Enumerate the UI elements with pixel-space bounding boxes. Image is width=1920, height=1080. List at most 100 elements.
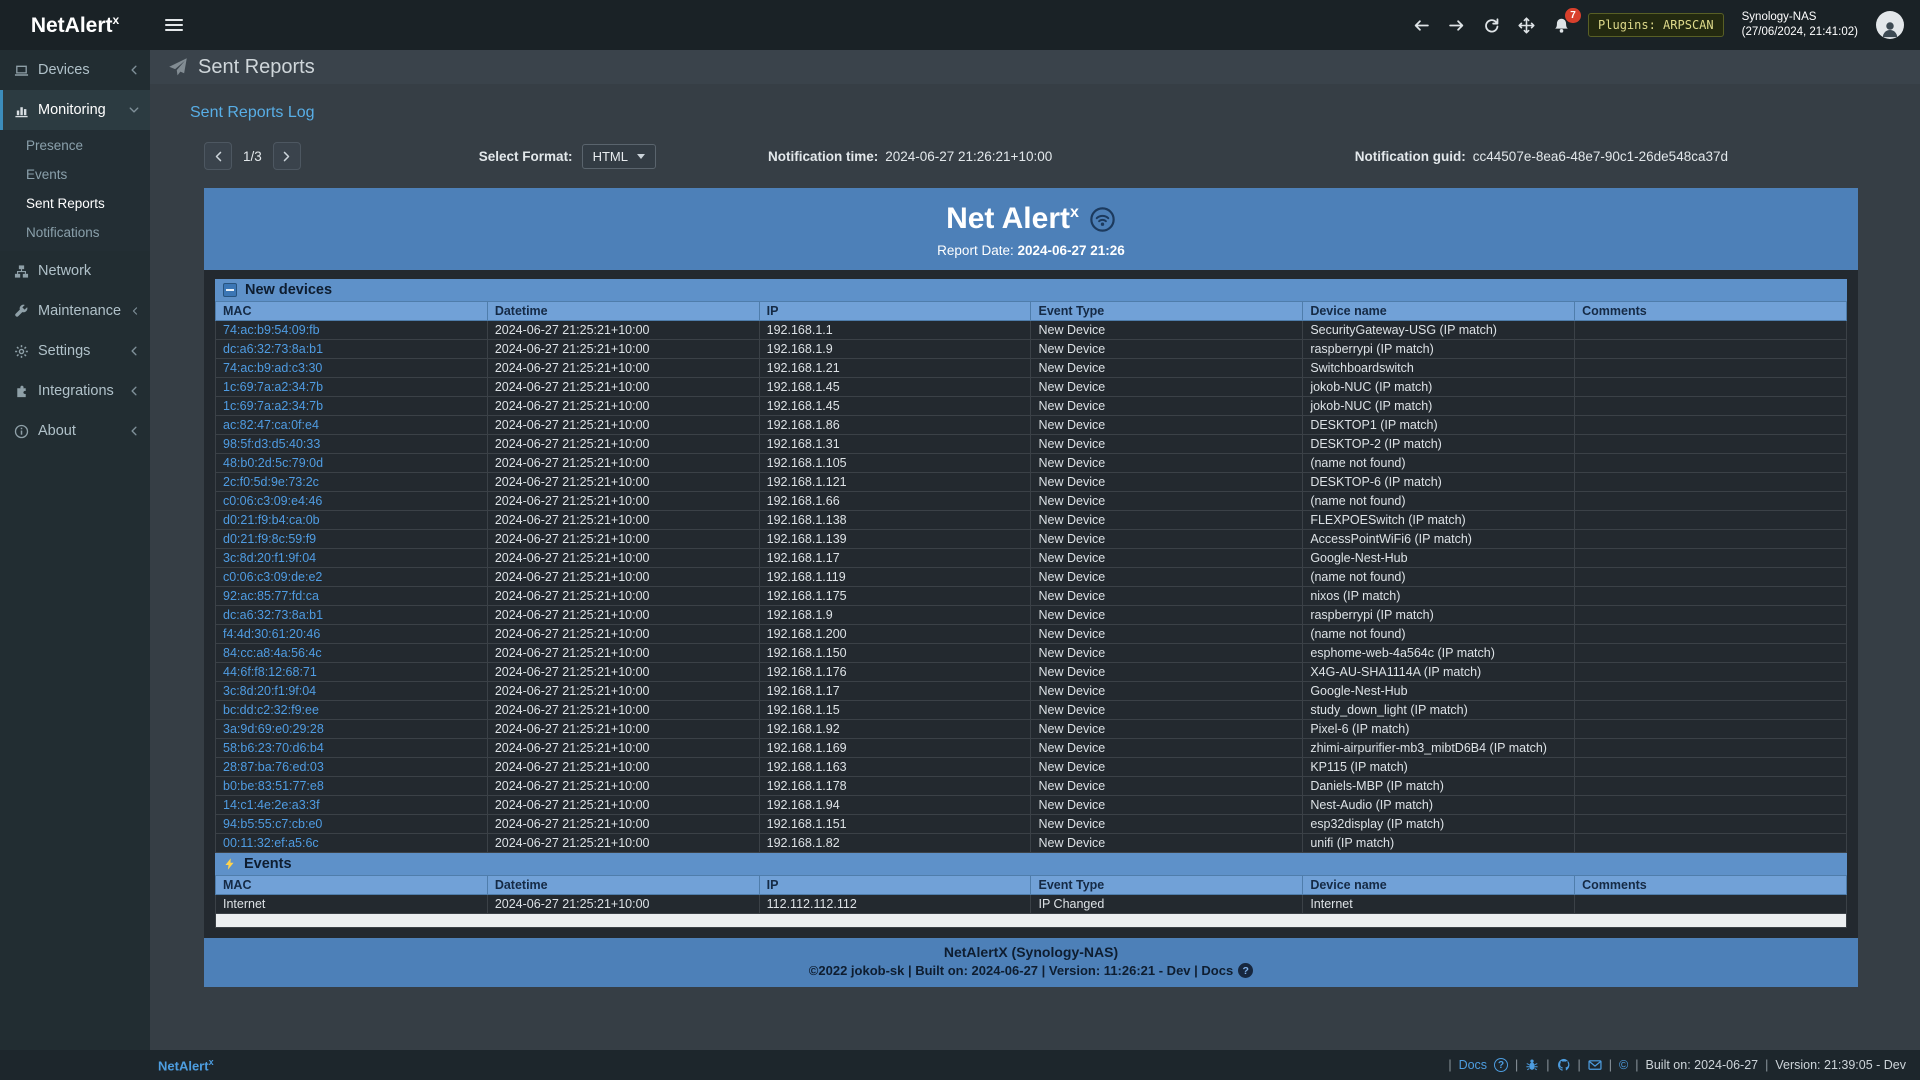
refresh-icon[interactable] [1483,17,1500,34]
sidebar-subitem-events[interactable]: Events [0,160,150,189]
sidebar-item-devices[interactable]: Devices [0,50,150,90]
mac-cell: dc:a6:32:73:8a:b1 [216,606,488,625]
mac-link[interactable]: c0:06:c3:09:e4:46 [223,494,322,508]
mac-link[interactable]: c0:06:c3:09:de:e2 [223,570,322,584]
move-icon[interactable] [1518,17,1535,34]
mac-link[interactable]: 48:b0:2d:5c:79:0d [223,456,323,470]
device-name-cell: (name not found) [1303,625,1575,644]
mac-link[interactable]: 2c:f0:5d:9e:73:2c [223,475,319,489]
mac-link[interactable]: 84:cc:a8:4a:56:4c [223,646,322,660]
comments-cell [1575,435,1847,454]
brand-logo[interactable]: NetAlertx [0,0,150,50]
col-datetime: Datetime [487,302,759,321]
help-icon[interactable]: ? [1494,1058,1508,1072]
ip-cell: 192.168.1.105 [759,454,1031,473]
next-page-button[interactable] [273,142,301,170]
section-title: Events [244,856,292,872]
sidebar-item-maintenance[interactable]: Maintenance [0,291,150,331]
datetime-cell: 2024-06-27 21:25:21+10:00 [487,397,759,416]
sent-reports-log-link[interactable]: Sent Reports Log [190,104,315,122]
email-icon[interactable] [1588,1058,1602,1072]
mac-link[interactable]: b0:be:83:51:77:e8 [223,779,324,793]
ip-cell: 192.168.1.163 [759,758,1031,777]
help-icon[interactable]: ? [1238,963,1253,978]
mac-link[interactable]: bc:dd:c2:32:f9:ee [223,703,319,717]
footer-brand-link[interactable]: NetAlertx [158,1057,214,1073]
github-icon[interactable] [1557,1058,1571,1072]
mac-link[interactable]: 74:ac:b9:54:09:fb [223,323,320,337]
forward-icon[interactable] [1448,17,1465,34]
table-header-row: MAC Datetime IP Event Type Device name C… [216,876,1847,895]
sidebar-item-integrations[interactable]: Integrations [0,371,150,411]
mac-link[interactable]: d0:21:f9:b4:ca:0b [223,513,320,527]
back-icon[interactable] [1413,17,1430,34]
mac-cell: 44:6f:f8:12:68:71 [216,663,488,682]
event-type-cell: New Device [1031,435,1303,454]
datetime-cell: 2024-06-27 21:25:21+10:00 [487,701,759,720]
mac-link[interactable]: 44:6f:f8:12:68:71 [223,665,317,679]
mac-link[interactable]: 28:87:ba:76:ed:03 [223,760,324,774]
mac-link[interactable]: f4:4d:30:61:20:46 [223,627,320,641]
col-mac: MAC [216,302,488,321]
footer-built: Built on: 2024-06-27 [1646,1058,1759,1072]
comments-cell [1575,549,1847,568]
docs-link[interactable]: Docs [1459,1058,1487,1072]
mac-link[interactable]: d0:21:f9:8c:59:f9 [223,532,316,546]
mac-link[interactable]: 00:11:32:ef:a5:6c [223,836,319,850]
mac-link[interactable]: 74:ac:b9:ad:c3:30 [223,361,322,375]
mac-link[interactable]: 94:b5:55:c7:cb:e0 [223,817,322,831]
device-name-cell: Google-Nest-Hub [1303,549,1575,568]
mac-link[interactable]: 58:b6:23:70:d6:b4 [223,741,324,755]
device-name-cell: (name not found) [1303,492,1575,511]
notifications-bell-icon[interactable]: 7 [1553,17,1570,34]
sidebar-item-monitoring[interactable]: Monitoring [0,90,150,130]
menu-toggle-icon[interactable] [150,0,198,50]
mac-link[interactable]: ac:82:47:ca:0f:e4 [223,418,319,432]
copyright-link[interactable]: © [1619,1058,1628,1072]
mac-link[interactable]: dc:a6:32:73:8a:b1 [223,342,323,356]
ip-cell: 192.168.1.119 [759,568,1031,587]
mac-link[interactable]: 3a:9d:69:e0:29:28 [223,722,324,736]
mac-link[interactable]: 1c:69:7a:a2:34:7b [223,380,323,394]
sidebar-item-label: Maintenance [38,303,121,319]
sidebar-item-network[interactable]: Network [0,251,150,291]
sidebar-item-about[interactable]: About [0,411,150,451]
comments-cell [1575,777,1847,796]
bug-icon[interactable] [1525,1058,1539,1072]
mac-link[interactable]: dc:a6:32:73:8a:b1 [223,608,323,622]
mac-link[interactable]: 92:ac:85:77:fd:ca [223,589,319,603]
prev-page-button[interactable] [204,142,232,170]
col-comments: Comments [1575,876,1847,895]
sidebar-subitem-notifications[interactable]: Notifications [0,218,150,247]
app-window: NetAlertx 7 Plugins: ARPSCAN Synology-NA… [0,0,1920,1080]
datetime-cell: 2024-06-27 21:25:21+10:00 [487,473,759,492]
sidebar-subitem-presence[interactable]: Presence [0,131,150,160]
comments-cell [1575,340,1847,359]
comments-cell [1575,682,1847,701]
main-content: Sent Reports Sent Reports Log 1/3 Select… [150,50,1920,1050]
mac-link[interactable]: 3c:8d:20:f1:9f:04 [223,684,316,698]
comments-cell [1575,644,1847,663]
mac-link[interactable]: 14:c1:4e:2e:a3:3f [223,798,320,812]
plugins-badge[interactable]: Plugins: ARPSCAN [1588,13,1724,37]
format-select[interactable]: HTML [582,144,656,169]
user-avatar[interactable] [1876,11,1904,39]
col-event-type: Event Type [1031,876,1303,895]
table-row: 1c:69:7a:a2:34:7b 2024-06-27 21:25:21+10… [216,378,1847,397]
device-name-cell: DESKTOP1 (IP match) [1303,416,1575,435]
sidebar-item-settings[interactable]: Settings [0,331,150,371]
sidebar-subitem-sent-reports[interactable]: Sent Reports [0,189,150,218]
table-row: 1c:69:7a:a2:34:7b 2024-06-27 21:25:21+10… [216,397,1847,416]
datetime-cell: 2024-06-27 21:25:21+10:00 [487,549,759,568]
mac-link[interactable]: 1c:69:7a:a2:34:7b [223,399,323,413]
mac-link[interactable]: 3c:8d:20:f1:9f:04 [223,551,316,565]
comments-cell [1575,701,1847,720]
table-row: 98:5f:d3:d5:40:33 2024-06-27 21:25:21+10… [216,435,1847,454]
page-indicator: 1/3 [243,149,262,164]
mac-link[interactable]: 98:5f:d3:d5:40:33 [223,437,320,451]
notification-count-badge[interactable]: 7 [1565,8,1581,23]
sidebar-item-label: Settings [38,343,119,359]
datetime-cell: 2024-06-27 21:25:21+10:00 [487,492,759,511]
event-type-cell: New Device [1031,682,1303,701]
ip-cell: 192.168.1.66 [759,492,1031,511]
